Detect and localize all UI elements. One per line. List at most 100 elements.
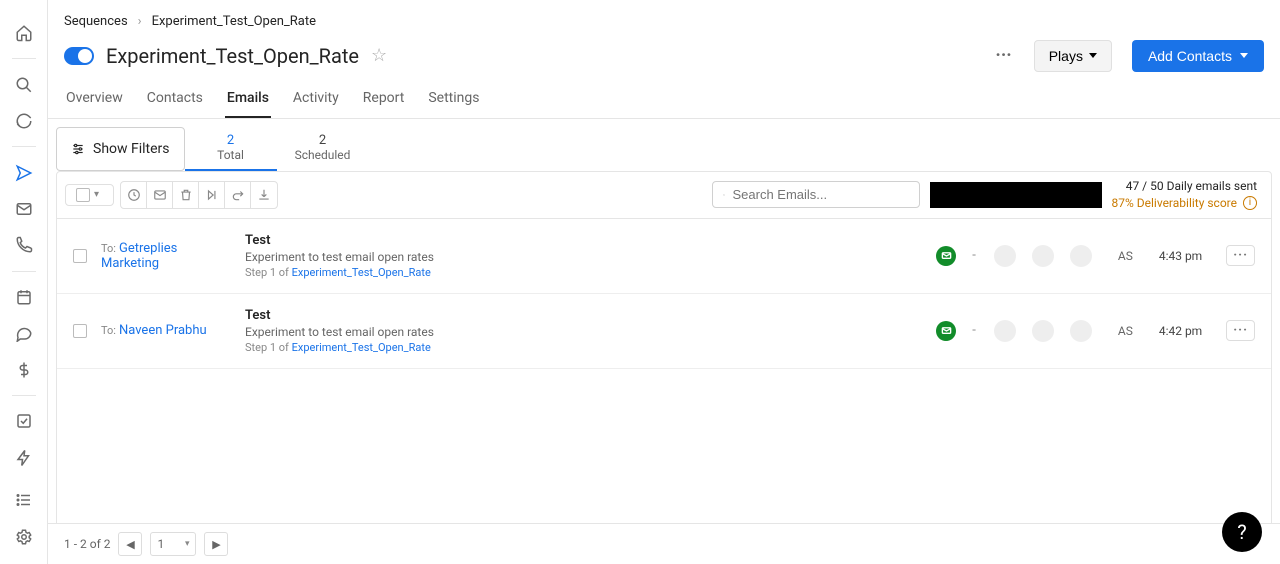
email-content: Test Experiment to test email open rates… xyxy=(245,233,922,279)
row-more-icon[interactable]: ··· xyxy=(1226,320,1255,341)
daily-emails-stat: 47 / 50 Daily emails sent xyxy=(1112,178,1258,195)
email-content: Test Experiment to test email open rates… xyxy=(245,308,922,354)
calendar-icon[interactable] xyxy=(8,282,40,312)
row-checkbox[interactable] xyxy=(73,249,87,263)
download-icon[interactable] xyxy=(251,182,277,208)
email-time: 4:43 pm xyxy=(1159,249,1202,263)
chevron-down-icon xyxy=(1240,53,1248,58)
status-placeholder-icon xyxy=(1032,320,1054,342)
chevron-down-icon xyxy=(1089,53,1097,58)
email-list: To: Getreplies Marketing Test Experiment… xyxy=(56,219,1272,539)
settings-gear-icon[interactable] xyxy=(8,521,40,551)
redacted-block xyxy=(930,182,1102,208)
phone-icon[interactable] xyxy=(8,230,40,260)
email-subject: Test xyxy=(245,308,922,323)
row-checkbox[interactable] xyxy=(73,324,87,338)
send-icon[interactable] xyxy=(8,157,40,187)
refresh-icon[interactable] xyxy=(8,106,40,136)
to-label: To: xyxy=(101,324,116,337)
select-all-dropdown-icon[interactable]: ▾ xyxy=(94,189,109,200)
status-placeholder-icon xyxy=(994,245,1016,267)
plays-button[interactable]: Plays xyxy=(1034,40,1112,72)
plays-label: Plays xyxy=(1049,48,1083,64)
row-more-icon[interactable]: ··· xyxy=(1226,245,1255,266)
schedule-icon[interactable] xyxy=(121,182,147,208)
trash-icon[interactable] xyxy=(173,182,199,208)
sequence-link[interactable]: Experiment_Test_Open_Rate xyxy=(292,266,431,279)
tab-report[interactable]: Report xyxy=(361,80,407,118)
breadcrumb-current: Experiment_Test_Open_Rate xyxy=(152,14,316,29)
tab-settings[interactable]: Settings xyxy=(426,80,481,118)
status-placeholder-icon xyxy=(1070,245,1092,267)
title-row: Experiment_Test_Open_Rate ☆ ··· Plays Ad… xyxy=(48,33,1280,80)
status-placeholder-icon xyxy=(1070,320,1092,342)
prev-page-icon[interactable]: ◀ xyxy=(118,532,142,556)
info-icon[interactable]: i xyxy=(1243,196,1257,210)
sequence-link[interactable]: Experiment_Test_Open_Rate xyxy=(292,341,431,354)
filter-tile-total[interactable]: 2 Total xyxy=(185,127,277,171)
lightning-icon[interactable] xyxy=(8,443,40,473)
email-time: 4:42 pm xyxy=(1159,324,1202,338)
step-line: Step 1 of Experiment_Test_Open_Rate xyxy=(245,341,922,354)
step-line: Step 1 of Experiment_Test_Open_Rate xyxy=(245,266,922,279)
tab-emails[interactable]: Emails xyxy=(225,80,271,118)
more-actions-icon[interactable]: ··· xyxy=(985,39,1021,72)
help-bubble-icon[interactable]: ? xyxy=(1222,512,1262,552)
deliverability-stat: 87% Deliverability score xyxy=(1112,195,1238,212)
pagination: 1 - 2 of 2 ◀ 1 ▾ ▶ xyxy=(48,523,1280,564)
tab-overview[interactable]: Overview xyxy=(64,80,125,118)
checklist-icon[interactable] xyxy=(8,406,40,436)
to-label: To: xyxy=(101,242,116,255)
filter-count: 2 xyxy=(201,133,261,148)
list-icon[interactable] xyxy=(8,485,40,515)
status-sent-icon xyxy=(936,246,956,266)
home-icon[interactable] xyxy=(8,18,40,48)
select-all-checkbox[interactable] xyxy=(76,188,90,202)
redo-icon[interactable] xyxy=(225,182,251,208)
status-placeholder-icon xyxy=(994,320,1016,342)
filter-count: 2 xyxy=(293,133,353,148)
dash: - xyxy=(972,323,976,338)
skip-icon[interactable] xyxy=(199,182,225,208)
email-row[interactable]: To: Getreplies Marketing Test Experiment… xyxy=(57,219,1271,294)
toolbar: ▾ 47 / 50 Daily emails sent 87% Delivera… xyxy=(56,171,1272,219)
filter-tile-scheduled[interactable]: 2 Scheduled xyxy=(277,127,369,171)
pagination-range: 1 - 2 of 2 xyxy=(64,537,110,551)
search-input[interactable] xyxy=(733,187,909,202)
breadcrumb: Sequences › Experiment_Test_Open_Rate xyxy=(48,0,1280,33)
recipient-block: To: Getreplies Marketing xyxy=(101,241,231,271)
email-row[interactable]: To: Naveen Prabhu Test Experiment to tes… xyxy=(57,294,1271,369)
page-number-input[interactable]: 1 ▾ xyxy=(150,532,196,556)
mail-icon[interactable] xyxy=(8,194,40,224)
search-emails-box[interactable] xyxy=(712,181,920,208)
sequence-toggle[interactable] xyxy=(64,47,94,65)
chat-icon[interactable] xyxy=(8,318,40,348)
chevron-down-icon: ▾ xyxy=(185,539,190,549)
status-placeholder-icon xyxy=(1032,245,1054,267)
next-page-icon[interactable]: ▶ xyxy=(204,532,228,556)
add-contacts-button[interactable]: Add Contacts xyxy=(1132,40,1264,72)
tab-contacts[interactable]: Contacts xyxy=(145,80,205,118)
recipient-link[interactable]: Naveen Prabhu xyxy=(119,323,207,338)
chevron-right-icon: › xyxy=(138,14,142,29)
status-sent-icon xyxy=(936,321,956,341)
favorite-star-icon[interactable]: ☆ xyxy=(371,45,387,66)
email-preview: Experiment to test email open rates xyxy=(245,250,922,264)
breadcrumb-root[interactable]: Sequences xyxy=(64,14,128,29)
dash: - xyxy=(972,248,976,263)
show-filters-button[interactable]: Show Filters xyxy=(56,127,185,171)
add-contacts-label: Add Contacts xyxy=(1148,48,1232,64)
tab-activity[interactable]: Activity xyxy=(291,80,341,118)
mail-icon[interactable] xyxy=(147,182,173,208)
show-filters-label: Show Filters xyxy=(93,141,170,157)
tabs: Overview Contacts Emails Activity Report… xyxy=(48,80,1280,119)
search-icon xyxy=(723,188,725,202)
recipient-block: To: Naveen Prabhu xyxy=(101,323,231,338)
main-content: Sequences › Experiment_Test_Open_Rate Ex… xyxy=(48,0,1280,564)
owner-initials: AS xyxy=(1118,324,1133,338)
search-icon[interactable] xyxy=(8,69,40,99)
dollar-icon[interactable] xyxy=(8,355,40,385)
bulk-actions-group xyxy=(120,181,278,209)
left-nav-rail xyxy=(0,0,48,564)
email-subject: Test xyxy=(245,233,922,248)
